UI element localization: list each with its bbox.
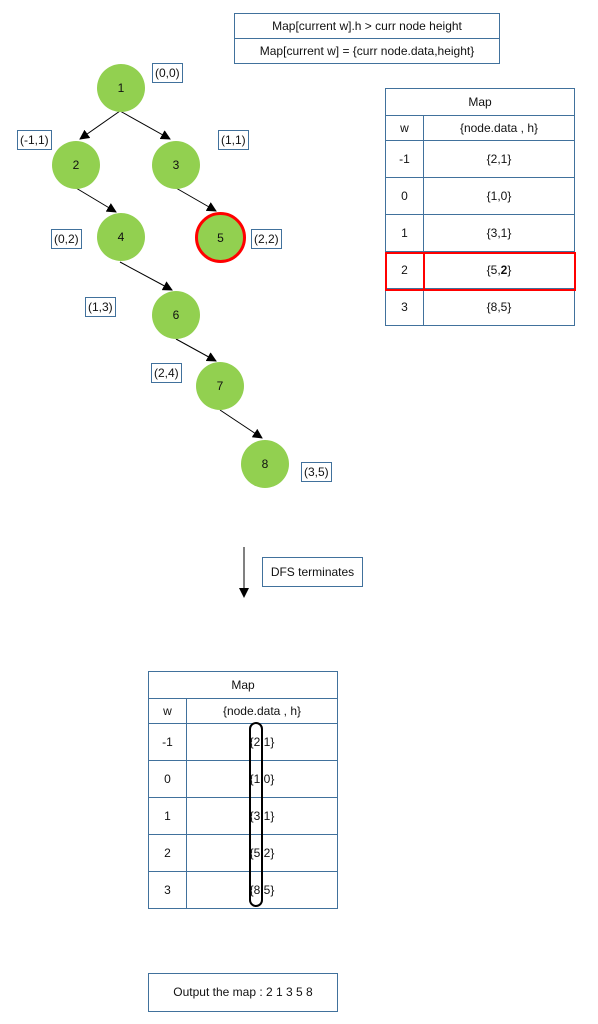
edge-1-3 [119, 110, 171, 140]
edge-7-8 [219, 409, 263, 439]
output-box: Output the map : 2 1 3 5 8 [148, 973, 338, 1012]
table-row: -1 {2,1} [385, 140, 575, 178]
tree-node: 7 [196, 362, 244, 410]
tree-node: 1 [97, 64, 145, 112]
cell-w: 2 [385, 251, 424, 289]
cell-value: {8 5} [186, 871, 338, 909]
table-row: 2 {5 2} [148, 834, 338, 872]
table-row-highlighted: 2 {5,2} [385, 251, 575, 289]
coord-label: (2,2) [251, 229, 282, 249]
node-label: 7 [216, 379, 224, 393]
cell-value-part: {5, [486, 263, 501, 277]
tree-node: 3 [152, 141, 200, 189]
table-row: 0 {1 0} [148, 760, 338, 798]
coord-label: (-1,1) [17, 130, 52, 150]
table-row: 1 {3,1} [385, 214, 575, 252]
cell-w: -1 [148, 723, 187, 761]
coord-label: (1,3) [85, 297, 116, 317]
cell-value-part: } [507, 263, 512, 277]
cell-w: 3 [385, 288, 424, 326]
coord-label: (0,0) [152, 63, 183, 83]
map-table-current: Map w {node.data , h} -1 {2,1} 0 {1,0} 1… [385, 88, 575, 326]
cell-w: -1 [385, 140, 424, 178]
node-label: 8 [261, 457, 269, 471]
coord-label: (1,1) [218, 130, 249, 150]
tree-node-highlighted: 5 [195, 212, 246, 263]
edge-6-7 [175, 338, 217, 362]
coord-label: (2,4) [151, 363, 182, 383]
map-title: Map [148, 671, 338, 699]
transition-label: DFS terminates [270, 565, 355, 579]
col-header-value: {node.data , h} [423, 115, 575, 141]
cell-w: 1 [148, 797, 187, 835]
tree-node: 8 [241, 440, 289, 488]
node-label: 4 [117, 230, 125, 244]
cell-w: 0 [148, 760, 187, 798]
coord-label: (3,5) [301, 462, 332, 482]
edge-4-6 [119, 261, 173, 291]
node-label: 1 [117, 81, 125, 95]
table-row: 0 {1,0} [385, 177, 575, 215]
table-row: 3 {8 5} [148, 871, 338, 909]
edge-1-2 [79, 110, 121, 140]
cell-value: {1,0} [423, 177, 575, 215]
cell-w: 2 [148, 834, 187, 872]
cell-value: {2 1} [186, 723, 338, 761]
edge-3-5 [175, 187, 217, 212]
table-row: -1 {2 1} [148, 723, 338, 761]
output-label: Output the map : 2 1 3 5 8 [173, 985, 313, 999]
table-row: 3 {8,5} [385, 288, 575, 326]
table-row: 1 {3 1} [148, 797, 338, 835]
cell-value: {5 2} [186, 834, 338, 872]
cell-value: {3 1} [186, 797, 338, 835]
cell-w: 0 [385, 177, 424, 215]
cell-w: 3 [148, 871, 187, 909]
cell-value: {2,1} [423, 140, 575, 178]
cell-value: {3,1} [423, 214, 575, 252]
transition-label-box: DFS terminates [262, 557, 363, 587]
map-title: Map [385, 88, 575, 116]
tree-node: 6 [152, 291, 200, 339]
node-label: 5 [217, 230, 224, 245]
tree-node: 4 [97, 213, 145, 261]
cell-value: {1 0} [186, 760, 338, 798]
cell-value: {5,2} [423, 251, 575, 289]
node-label: 3 [172, 158, 180, 172]
node-label: 6 [172, 308, 180, 322]
col-header-w: w [385, 115, 424, 141]
tree-node: 2 [52, 141, 100, 189]
edge-2-4 [75, 187, 117, 213]
node-label: 2 [72, 158, 80, 172]
coord-label: (0,2) [51, 229, 82, 249]
map-table-final: Map w {node.data , h} -1 {2 1} 0 {1 0} 1… [148, 671, 338, 909]
col-header-value: {node.data , h} [186, 698, 338, 724]
col-header-w: w [148, 698, 187, 724]
cell-w: 1 [385, 214, 424, 252]
cell-value: {8,5} [423, 288, 575, 326]
